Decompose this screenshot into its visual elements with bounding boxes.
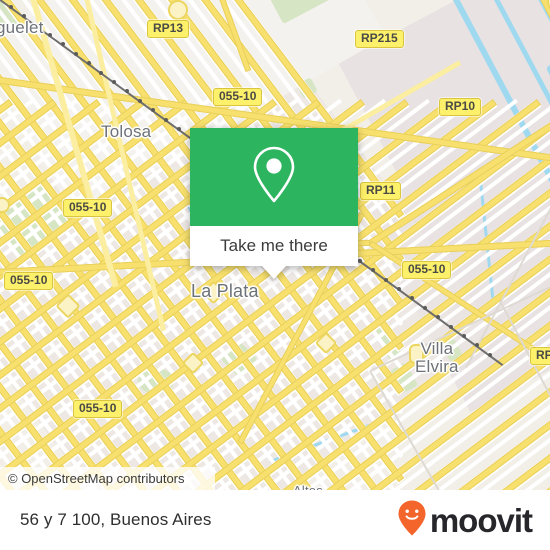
road-shield-05510-d: 055-10 — [402, 261, 452, 279]
address-label: 56 y 7 100, Buenos Aires — [20, 510, 212, 529]
popup-tail — [262, 266, 286, 279]
place-label-ringuelet: guelet — [0, 18, 44, 37]
road-shield-rp10: RP10 — [439, 98, 482, 116]
road-shield-05510-c: 055-10 — [4, 272, 54, 290]
place-label-tolosa: Tolosa — [101, 122, 152, 141]
moovit-wordmark: moovit — [429, 501, 533, 539]
road-shield-rp215: RP215 — [355, 30, 404, 48]
road-shield-05510-b: 055-10 — [63, 199, 113, 217]
roundabout — [0, 197, 10, 213]
place-label-villa-elvira: Villa Elvira — [415, 340, 459, 376]
junction — [314, 331, 338, 355]
junction — [55, 293, 81, 319]
road-shield-05510-a: 055-10 — [213, 88, 263, 106]
map-canvas[interactable]: guelet Tolosa La Plata Altos VillaElvira RP1… — [0, 0, 550, 490]
popup-header — [190, 128, 358, 226]
destination-popup[interactable]: Take me there — [190, 128, 358, 279]
junction — [181, 351, 205, 375]
moovit-smiley-pin-icon — [397, 499, 427, 542]
road-shield-05510-e: 055-10 — [73, 400, 123, 418]
place-label-la-plata: La Plata — [191, 281, 259, 301]
road-shield-rp-edge: RP — [530, 347, 550, 365]
footer-bar: 56 y 7 100, Buenos Aires moovit — [0, 490, 550, 550]
place-label-line1: Villa — [420, 339, 454, 358]
moovit-brand[interactable]: moovit — [397, 499, 533, 542]
place-label-line2: Elvira — [415, 357, 459, 376]
map-pin-icon — [250, 144, 298, 211]
attribution-text: © OpenStreetMap contributors — [8, 471, 185, 486]
road-shield-rp11: RP11 — [360, 182, 402, 200]
map-attribution[interactable]: © OpenStreetMap contributors — [0, 467, 215, 490]
take-me-there-button[interactable]: Take me there — [190, 226, 358, 266]
place-label-altos: Altos — [293, 483, 323, 490]
roundabout — [168, 0, 188, 20]
moovit-map-screenshot: guelet Tolosa La Plata Altos VillaElvira RP1… — [0, 0, 550, 550]
take-me-there-label: Take me there — [220, 236, 328, 255]
road-shield-rp13: RP13 — [147, 20, 190, 38]
